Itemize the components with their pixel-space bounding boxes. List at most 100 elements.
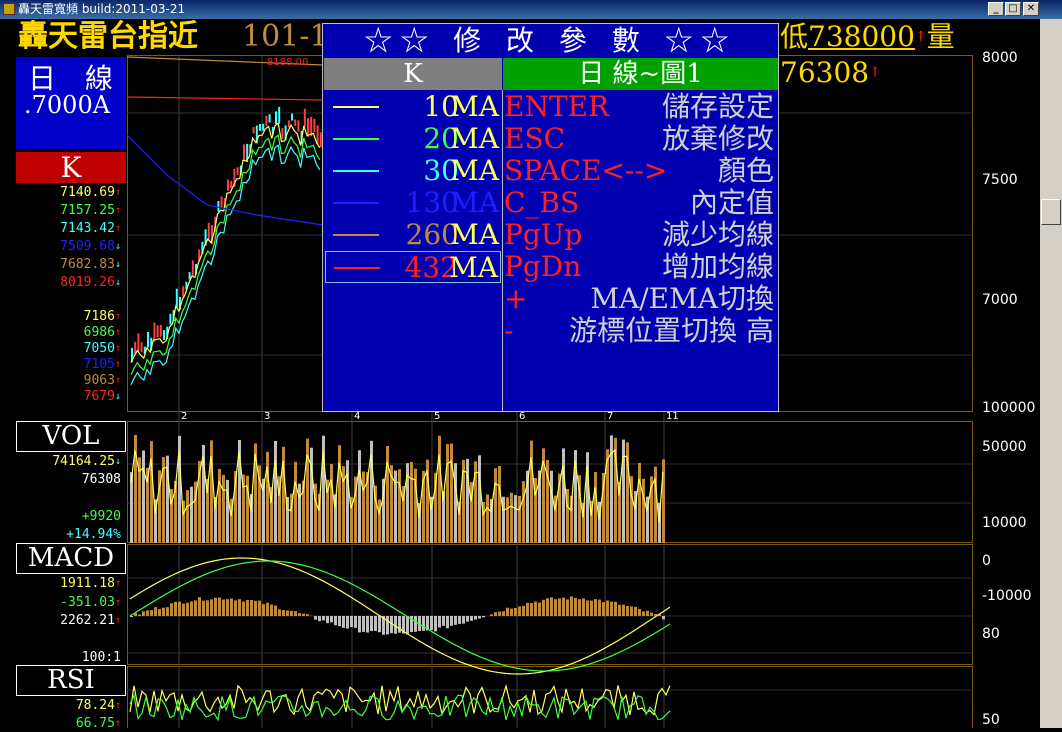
macd-histogram-bar — [438, 616, 441, 628]
instrument-code: 101-1 — [242, 19, 328, 55]
macd-histogram-bar — [258, 601, 261, 616]
volume-bar — [638, 463, 641, 543]
ma-row[interactable]: 30MA — [325, 155, 501, 187]
volume-bar — [298, 484, 301, 543]
trend-arrow-icon: ↑ — [115, 700, 121, 711]
ma-row[interactable]: 20MA — [325, 123, 501, 155]
month-tick-label: 11 — [666, 411, 679, 422]
volume-bar — [294, 462, 297, 543]
minimize-button[interactable]: _ — [988, 2, 1004, 16]
volume-bar — [330, 464, 333, 543]
ma-type: MA — [450, 123, 499, 155]
macd-histogram-bar — [554, 599, 557, 616]
macd-histogram-bar — [642, 611, 645, 616]
indicator-sidebar: 日 線 .7000A K 7140.69↑7157.25↑7143.42↑750… — [14, 55, 127, 728]
ma-value: 7157.25↑ — [60, 203, 121, 219]
volume-bar — [486, 494, 489, 543]
candlestick — [217, 201, 219, 212]
macd-histogram-bar — [470, 616, 473, 621]
trend-arrow-icon: ↑ — [115, 597, 121, 608]
key-help-row: ESC放棄修改 — [504, 123, 776, 155]
key-help-row: - 游標位置切換 高 — [504, 315, 776, 347]
scrollbar-thumb[interactable] — [1041, 199, 1061, 225]
ma-row[interactable]: 10MA — [325, 91, 501, 123]
macd-histogram-bar — [386, 616, 389, 634]
modify-params-dialog: ☆☆ 修 改 參 數 ☆☆ K 日 線~圖1 10MA20MA30MA130MA… — [322, 23, 779, 412]
volume-bar — [478, 455, 481, 543]
ma-row[interactable]: 432MA — [325, 251, 501, 283]
macd-value: 100:1 — [82, 650, 121, 666]
macd-histogram-bar — [138, 614, 141, 616]
key-action: 顏色 — [718, 155, 774, 187]
month-tick-label: 3 — [264, 411, 270, 422]
ma-line-swatch — [333, 138, 379, 140]
candlestick — [297, 120, 299, 131]
ma-row[interactable]: 130MA — [325, 187, 501, 219]
volume-bar — [594, 472, 597, 543]
close-button[interactable]: ✕ — [1023, 2, 1039, 16]
macd-histogram-bar — [618, 605, 621, 616]
macd-histogram-bar — [550, 597, 553, 616]
macd-histogram-bar — [318, 616, 321, 621]
volume-bar — [514, 495, 517, 543]
trend-arrow-icon: ↑ — [115, 327, 121, 338]
macd-histogram-bar — [462, 616, 465, 624]
maximize-button[interactable]: □ — [1005, 2, 1021, 16]
macd-histogram-bar — [458, 616, 461, 624]
macd-histogram-bar — [542, 600, 545, 616]
key-name: - — [504, 315, 513, 347]
candlestick — [291, 114, 293, 121]
macd-histogram-bar — [594, 599, 597, 616]
month-tick-label: 2 — [181, 411, 187, 422]
ma130-line — [127, 135, 323, 225]
macd-histogram-bar — [142, 611, 145, 616]
macd-histogram-bar — [170, 603, 173, 616]
key-help-row: +MA/EMA切換 — [504, 283, 776, 315]
macd-histogram-bar — [614, 602, 617, 616]
vol-value: 76308 — [82, 472, 121, 488]
rsi-value: 78.24↑ — [76, 698, 121, 714]
volume-bar — [498, 466, 501, 543]
macd-histogram-bar — [546, 598, 549, 616]
macd-histogram-bar — [630, 606, 633, 616]
volume-bar — [222, 475, 225, 543]
dialog-title: ☆☆ 修 改 參 數 ☆☆ — [323, 24, 778, 58]
macd-label[interactable]: MACD — [16, 543, 126, 574]
volume-bar — [438, 436, 441, 543]
candlestick — [317, 125, 319, 144]
macd-histogram-bar — [234, 600, 237, 616]
volume-bar — [306, 439, 309, 543]
macd-value: 2262.21↑ — [60, 613, 121, 629]
macd-histogram-bar — [474, 616, 477, 620]
ma-type: MA — [450, 219, 499, 251]
macd-histogram-bar — [278, 609, 281, 616]
macd-histogram-bar — [330, 616, 333, 622]
candlestick — [307, 118, 309, 137]
ma-type: MA — [449, 252, 498, 284]
vertical-scrollbar[interactable] — [1040, 19, 1062, 728]
key-name: PgUp — [504, 219, 582, 251]
candlestick — [262, 124, 264, 131]
trend-arrow-icon: ↓ — [115, 456, 121, 467]
macd-histogram-bar — [286, 610, 289, 616]
candlestick — [269, 114, 271, 122]
k-chart-label[interactable]: K — [16, 152, 126, 183]
trend-arrow-icon: ↑ — [115, 718, 121, 729]
dialog-divider — [502, 90, 503, 411]
key-action: 游標位置切換 高 — [569, 315, 774, 347]
volume-bar — [266, 452, 269, 543]
key-help-row: PgUp減少均線 — [504, 219, 776, 251]
volume-bar — [338, 445, 341, 543]
candlestick — [278, 107, 280, 124]
macd-histogram-bar — [406, 616, 409, 634]
ma-line-swatch — [334, 267, 380, 269]
rsi-label[interactable]: RSI — [16, 665, 126, 696]
volume-bar — [518, 496, 521, 543]
volume-bar — [410, 462, 413, 543]
ma-row[interactable]: 260MA — [325, 219, 501, 251]
vol-label[interactable]: VOL — [16, 421, 126, 452]
key-action: MA/EMA切換 — [590, 283, 774, 315]
ma-type: MA — [450, 187, 499, 219]
macd-histogram-bar — [346, 616, 349, 629]
period-box[interactable]: 日 線 .7000A — [16, 57, 126, 149]
